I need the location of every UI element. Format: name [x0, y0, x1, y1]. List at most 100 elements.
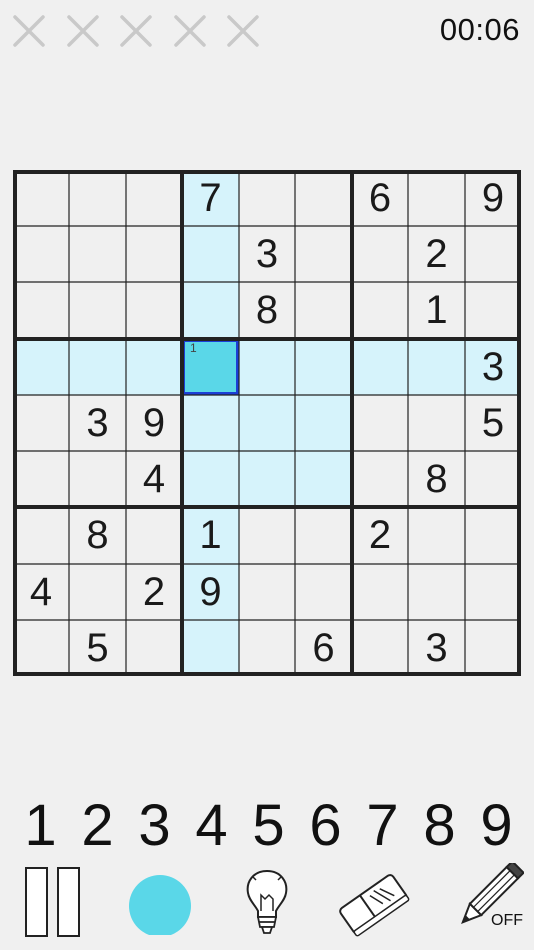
- cell-r5c5[interactable]: [239, 395, 295, 451]
- cell-r3c1[interactable]: [13, 282, 69, 339]
- cell-r2c6[interactable]: [295, 226, 352, 282]
- cell-r1c6[interactable]: [295, 170, 352, 226]
- cell-r6c7[interactable]: [352, 451, 408, 507]
- cell-r8c8[interactable]: [408, 564, 465, 620]
- eraser-icon: [339, 874, 410, 937]
- cell-r5c3[interactable]: 9: [126, 395, 182, 451]
- cell-r1c3[interactable]: [126, 170, 182, 226]
- cell-r4c3[interactable]: [126, 339, 182, 395]
- cell-r8c9[interactable]: [465, 564, 521, 620]
- cell-r5c4[interactable]: [182, 395, 239, 451]
- hint-button[interactable]: [234, 862, 300, 942]
- cell-r1c1[interactable]: [13, 170, 69, 226]
- cell-r4c1[interactable]: [13, 339, 69, 395]
- cell-r1c5[interactable]: [239, 170, 295, 226]
- sudoku-board[interactable]: 76932811339548812429563: [13, 170, 521, 676]
- cell-r4c2[interactable]: [69, 339, 126, 395]
- erase-button[interactable]: [336, 862, 412, 942]
- color-button[interactable]: [124, 862, 196, 942]
- cell-r5c2[interactable]: 3: [69, 395, 126, 451]
- number-key-9[interactable]: 9: [468, 792, 525, 858]
- mistake-4: [173, 14, 227, 48]
- cell-r5c1[interactable]: [13, 395, 69, 451]
- cell-r9c2[interactable]: 5: [69, 620, 126, 676]
- cell-r9c7[interactable]: [352, 620, 408, 676]
- cell-r2c3[interactable]: [126, 226, 182, 282]
- cell-r9c1[interactable]: [13, 620, 69, 676]
- cell-r2c7[interactable]: [352, 226, 408, 282]
- cell-r6c3[interactable]: 4: [126, 451, 182, 507]
- cell-r3c6[interactable]: [295, 282, 352, 339]
- cell-r1c2[interactable]: [69, 170, 126, 226]
- cell-r7c9[interactable]: [465, 507, 521, 564]
- cell-r8c4[interactable]: 9: [182, 564, 239, 620]
- cell-r1c9[interactable]: 9: [465, 170, 521, 226]
- timer: 00:06: [439, 12, 520, 47]
- cell-r7c8[interactable]: [408, 507, 465, 564]
- number-key-2[interactable]: 2: [69, 792, 126, 858]
- cell-r6c8[interactable]: 8: [408, 451, 465, 507]
- cell-r8c7[interactable]: [352, 564, 408, 620]
- cell-r6c1[interactable]: [13, 451, 69, 507]
- cell-r1c4[interactable]: 7: [182, 170, 239, 226]
- pencil-toggle-button[interactable]: OFF: [442, 862, 530, 942]
- cell-r9c8[interactable]: 3: [408, 620, 465, 676]
- cell-r6c5[interactable]: [239, 451, 295, 507]
- cell-r4c6[interactable]: [295, 339, 352, 395]
- cell-r3c3[interactable]: [126, 282, 182, 339]
- cell-r1c7[interactable]: 6: [352, 170, 408, 226]
- cell-r9c3[interactable]: [126, 620, 182, 676]
- cell-r2c1[interactable]: [13, 226, 69, 282]
- number-key-7[interactable]: 7: [354, 792, 411, 858]
- cell-r5c8[interactable]: [408, 395, 465, 451]
- cell-r7c1[interactable]: [13, 507, 69, 564]
- cell-r7c5[interactable]: [239, 507, 295, 564]
- cell-r5c6[interactable]: [295, 395, 352, 451]
- cell-r2c2[interactable]: [69, 226, 126, 282]
- cell-r9c6[interactable]: 6: [295, 620, 352, 676]
- cell-r6c4[interactable]: [182, 451, 239, 507]
- cell-r5c7[interactable]: [352, 395, 408, 451]
- cell-r5c9[interactable]: 5: [465, 395, 521, 451]
- cell-r2c5[interactable]: 3: [239, 226, 295, 282]
- cell-r7c4[interactable]: 1: [182, 507, 239, 564]
- cell-r9c5[interactable]: [239, 620, 295, 676]
- cell-r9c4[interactable]: [182, 620, 239, 676]
- cell-r4c9[interactable]: 3: [465, 339, 521, 395]
- number-key-6[interactable]: 6: [297, 792, 354, 858]
- cell-r7c2[interactable]: 8: [69, 507, 126, 564]
- cell-r2c4[interactable]: [182, 226, 239, 282]
- cell-r4c4[interactable]: 1: [182, 339, 239, 395]
- cell-r3c9[interactable]: [465, 282, 521, 339]
- number-key-4[interactable]: 4: [183, 792, 240, 858]
- cell-r6c2[interactable]: [69, 451, 126, 507]
- cell-r3c7[interactable]: [352, 282, 408, 339]
- cell-r6c9[interactable]: [465, 451, 521, 507]
- cell-r4c8[interactable]: [408, 339, 465, 395]
- pencil-state-label: OFF: [491, 912, 523, 929]
- number-key-3[interactable]: 3: [126, 792, 183, 858]
- cell-r8c3[interactable]: 2: [126, 564, 182, 620]
- number-key-5[interactable]: 5: [240, 792, 297, 858]
- cell-r8c6[interactable]: [295, 564, 352, 620]
- cell-r3c4[interactable]: [182, 282, 239, 339]
- cell-r2c9[interactable]: [465, 226, 521, 282]
- cell-r3c5[interactable]: 8: [239, 282, 295, 339]
- cell-r8c1[interactable]: 4: [13, 564, 69, 620]
- cell-r1c8[interactable]: [408, 170, 465, 226]
- cell-r9c9[interactable]: [465, 620, 521, 676]
- pause-button[interactable]: [18, 862, 86, 942]
- cell-r4c7[interactable]: [352, 339, 408, 395]
- cell-r3c8[interactable]: 1: [408, 282, 465, 339]
- cell-r2c8[interactable]: 2: [408, 226, 465, 282]
- cell-r7c3[interactable]: [126, 507, 182, 564]
- cell-r8c5[interactable]: [239, 564, 295, 620]
- cell-r6c6[interactable]: [295, 451, 352, 507]
- cell-r3c2[interactable]: [69, 282, 126, 339]
- cell-r7c7[interactable]: 2: [352, 507, 408, 564]
- cell-r4c5[interactable]: [239, 339, 295, 395]
- number-key-8[interactable]: 8: [411, 792, 468, 858]
- cell-r7c6[interactable]: [295, 507, 352, 564]
- number-key-1[interactable]: 1: [12, 792, 69, 858]
- cell-r8c2[interactable]: [69, 564, 126, 620]
